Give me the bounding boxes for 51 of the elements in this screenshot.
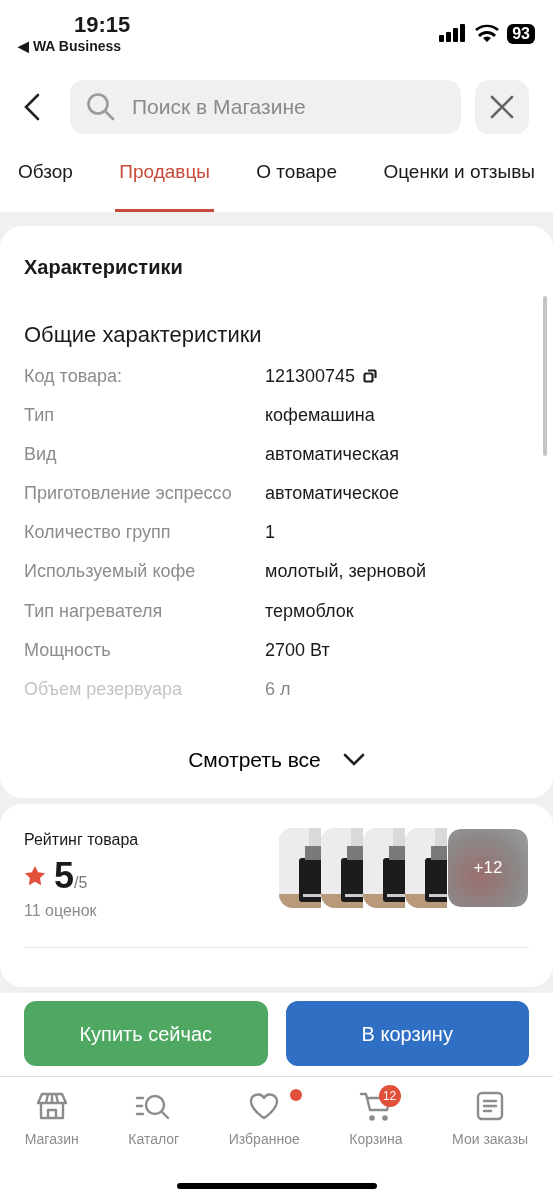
spec-value: молотый, зерновой bbox=[265, 560, 426, 584]
spec-label: Количество групп bbox=[24, 521, 172, 545]
spec-label: Объем резервуара bbox=[24, 678, 184, 701]
close-icon[interactable] bbox=[490, 95, 514, 119]
status-time: 19:15 bbox=[73, 14, 131, 36]
chevron-down-icon bbox=[342, 752, 365, 767]
rating-max: /5 bbox=[74, 873, 88, 891]
tab[interactable]: Оценки и отзывы bbox=[379, 152, 539, 212]
count-badge: 12 bbox=[378, 1085, 401, 1107]
star-icon bbox=[24, 864, 46, 887]
back-to-app-link[interactable]: ◀ WA Business bbox=[18, 38, 131, 55]
spec-value: автоматическая bbox=[265, 442, 399, 466]
rating-count: 11 оценок bbox=[24, 900, 98, 921]
tab[interactable]: Продавцы bbox=[115, 152, 214, 212]
spec-label: Тип bbox=[24, 403, 55, 427]
section-title: Характеристики bbox=[23, 254, 184, 280]
spec-value: 121300745 bbox=[265, 364, 356, 388]
spec-label: Код товара: bbox=[24, 364, 124, 388]
spec-value: автоматическое bbox=[265, 482, 399, 506]
battery-level: 93 bbox=[507, 24, 535, 44]
spec-value: 2700 Вт bbox=[265, 638, 330, 662]
spec-label: Мощность bbox=[24, 638, 112, 662]
nav-tab[interactable]: Каталог bbox=[124, 1089, 184, 1153]
nav-tab[interactable]: Избранное bbox=[224, 1089, 304, 1153]
nav-tab[interactable]: Магазин bbox=[20, 1089, 83, 1153]
more-photos-button[interactable]: +12 bbox=[447, 827, 529, 908]
spec-label: Тип нагревателя bbox=[24, 599, 164, 623]
spec-value: 6 л bbox=[265, 678, 291, 701]
wifi-icon bbox=[475, 24, 500, 42]
nav-tab[interactable]: Мои заказы bbox=[448, 1089, 533, 1153]
rating-title: Рейтинг товара bbox=[24, 829, 139, 850]
spec-label: Используемый кофе bbox=[24, 560, 197, 584]
back-button[interactable] bbox=[24, 93, 40, 121]
tab[interactable]: О товаре bbox=[252, 152, 341, 212]
rating-score: 5 bbox=[54, 854, 75, 896]
search-field[interactable]: Поиск в Магазине bbox=[70, 80, 461, 134]
tab[interactable]: Обзор bbox=[14, 152, 77, 212]
spec-label: Приготовление эспрессо bbox=[24, 482, 233, 506]
close-button[interactable] bbox=[475, 80, 529, 134]
show-all-button[interactable]: Смотреть все bbox=[0, 728, 553, 798]
spec-value: кофемашина bbox=[265, 403, 375, 427]
spec-value: термоблок bbox=[265, 599, 354, 623]
search-icon bbox=[86, 92, 116, 122]
copy-icon[interactable] bbox=[363, 369, 378, 384]
group-title: Общие характеристики bbox=[23, 320, 263, 349]
buy-now-button[interactable]: Купить сейчас bbox=[24, 1001, 268, 1066]
add-to-cart-button[interactable]: В корзину bbox=[285, 1001, 529, 1066]
spec-label: Вид bbox=[24, 442, 58, 466]
spec-value: 1 bbox=[265, 521, 275, 545]
document-icon bbox=[475, 1089, 506, 1123]
signal-icon bbox=[439, 24, 468, 42]
